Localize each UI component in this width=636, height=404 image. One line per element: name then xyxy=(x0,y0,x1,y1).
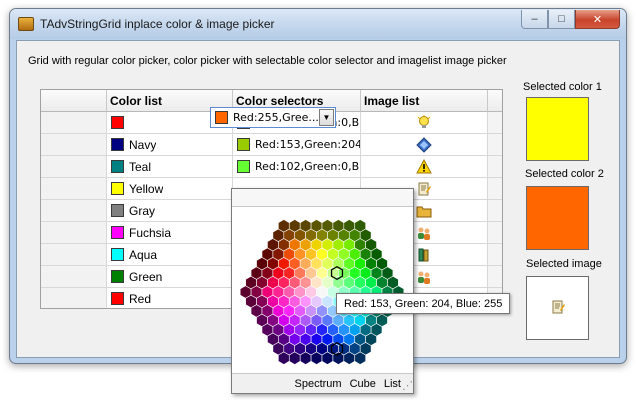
row-spacer xyxy=(488,266,502,288)
close-button[interactable]: ✕ xyxy=(575,10,620,29)
selected-color-1-label: Selected color 1 xyxy=(523,81,602,93)
description-label: Grid with regular color picker, color pi… xyxy=(28,55,507,67)
row-fixed-cell xyxy=(41,244,107,266)
maximize-button[interactable]: □ xyxy=(548,10,575,29)
color-swatch xyxy=(111,138,124,151)
row-fixed-cell xyxy=(41,134,107,156)
minimize-button[interactable]: – xyxy=(521,10,548,29)
editor-swatch xyxy=(215,111,228,124)
selector-value: Red:153,Green:204,Blu xyxy=(255,138,360,151)
color-name: Aqua xyxy=(129,247,158,262)
diamond-icon xyxy=(416,136,432,153)
row-spacer xyxy=(488,178,502,200)
row-spacer xyxy=(488,222,502,244)
books-icon xyxy=(416,247,432,263)
warning-icon xyxy=(416,158,432,175)
lightbulb-icon xyxy=(416,114,432,131)
color-name: Navy xyxy=(129,137,157,152)
table-row[interactable]: Teal Red:102,Green:0,Blu xyxy=(41,156,502,178)
color-name: Red xyxy=(129,291,152,306)
color-selector-editor[interactable]: Red:255,Gree... ▼ xyxy=(210,107,336,128)
resize-grip-icon[interactable]: ⋰ xyxy=(402,381,413,392)
color-swatch xyxy=(111,182,124,195)
image-list-cell[interactable] xyxy=(361,134,488,156)
header-fixed-cell xyxy=(41,90,107,112)
color-swatch xyxy=(111,248,124,261)
color-swatch xyxy=(111,270,124,283)
row-fixed-cell xyxy=(41,112,107,134)
row-spacer xyxy=(488,244,502,266)
popup-footer: Spectrum Cube List ⋰ xyxy=(232,373,413,393)
color-tooltip: Red: 153, Green: 204, Blue: 255 xyxy=(336,293,511,314)
color-selector-cell[interactable]: Red:153,Green:204,Blu xyxy=(233,134,361,156)
color-selector-cell[interactable]: Red:102,Green:0,Blu xyxy=(233,156,361,178)
dropdown-button[interactable]: ▼ xyxy=(319,109,334,126)
color-name: Teal xyxy=(129,159,152,174)
row-fixed-cell xyxy=(41,288,107,308)
selected-color-2-box[interactable] xyxy=(526,186,589,250)
row-fixed-cell xyxy=(41,178,107,200)
color-name: Gray xyxy=(129,203,156,218)
app-icon xyxy=(18,17,34,31)
window-controls: – □ ✕ xyxy=(521,10,620,29)
spectrum-tab[interactable]: Spectrum xyxy=(295,378,342,390)
row-spacer xyxy=(488,156,502,178)
row-fixed-cell xyxy=(41,222,107,244)
color-swatch xyxy=(111,292,124,305)
title-bar[interactable]: TAdvStringGrid inplace color & image pic… xyxy=(10,9,626,39)
cube-tab[interactable]: Cube xyxy=(350,378,376,390)
window-title: TAdvStringGrid inplace color & image pic… xyxy=(40,17,275,31)
selected-color-1-box[interactable] xyxy=(526,97,589,161)
row-fixed-cell xyxy=(41,200,107,222)
list-tab[interactable]: List xyxy=(384,378,401,390)
popup-header xyxy=(232,189,413,207)
selector-value: Red:102,Green:0,Blu xyxy=(255,160,360,173)
selected-color-2-label: Selected color 2 xyxy=(525,168,604,180)
color-list-cell[interactable]: Fuchsia xyxy=(107,222,233,244)
editor-text: Red:255,Gree... xyxy=(233,111,319,124)
selector-swatch xyxy=(237,138,250,151)
image-list-cell[interactable] xyxy=(361,112,488,134)
color-picker-popup: Spectrum Cube List ⋰ xyxy=(231,188,414,394)
row-spacer xyxy=(488,112,502,134)
hex-color-selector[interactable] xyxy=(232,207,413,373)
image-list-cell[interactable] xyxy=(361,156,488,178)
color-list-cell[interactable]: Yellow xyxy=(107,178,233,200)
color-list-cell[interactable]: Teal xyxy=(107,156,233,178)
notepad-icon xyxy=(416,181,432,197)
row-fixed-cell xyxy=(41,156,107,178)
color-name: Yellow xyxy=(129,181,164,196)
folder-icon xyxy=(416,203,432,219)
selector-swatch xyxy=(237,160,250,173)
row-spacer xyxy=(488,134,502,156)
color-list-cell[interactable]: Gray xyxy=(107,200,233,222)
header-spacer xyxy=(488,90,502,112)
people-icon xyxy=(416,269,432,285)
people-icon xyxy=(416,225,432,241)
color-swatch xyxy=(111,160,124,173)
color-list-cell[interactable]: Aqua xyxy=(107,244,233,266)
row-fixed-cell xyxy=(41,266,107,288)
color-swatch xyxy=(111,226,124,239)
color-swatch xyxy=(111,204,124,217)
color-swatch xyxy=(111,116,124,129)
row-spacer xyxy=(488,200,502,222)
table-row[interactable]: Navy Red:153,Green:204,Blu xyxy=(41,134,502,156)
selected-image-label: Selected image xyxy=(526,258,602,270)
color-list-cell[interactable]: Green xyxy=(107,266,233,288)
color-name: Fuchsia xyxy=(129,225,172,240)
selected-image-box[interactable] xyxy=(526,276,589,340)
color-list-cell[interactable]: Red xyxy=(107,288,233,308)
color-list-cell[interactable]: Navy xyxy=(107,134,233,156)
notepad-icon xyxy=(550,299,566,318)
color-name: Green xyxy=(129,269,163,284)
header-image-list[interactable]: Image list xyxy=(361,90,488,112)
